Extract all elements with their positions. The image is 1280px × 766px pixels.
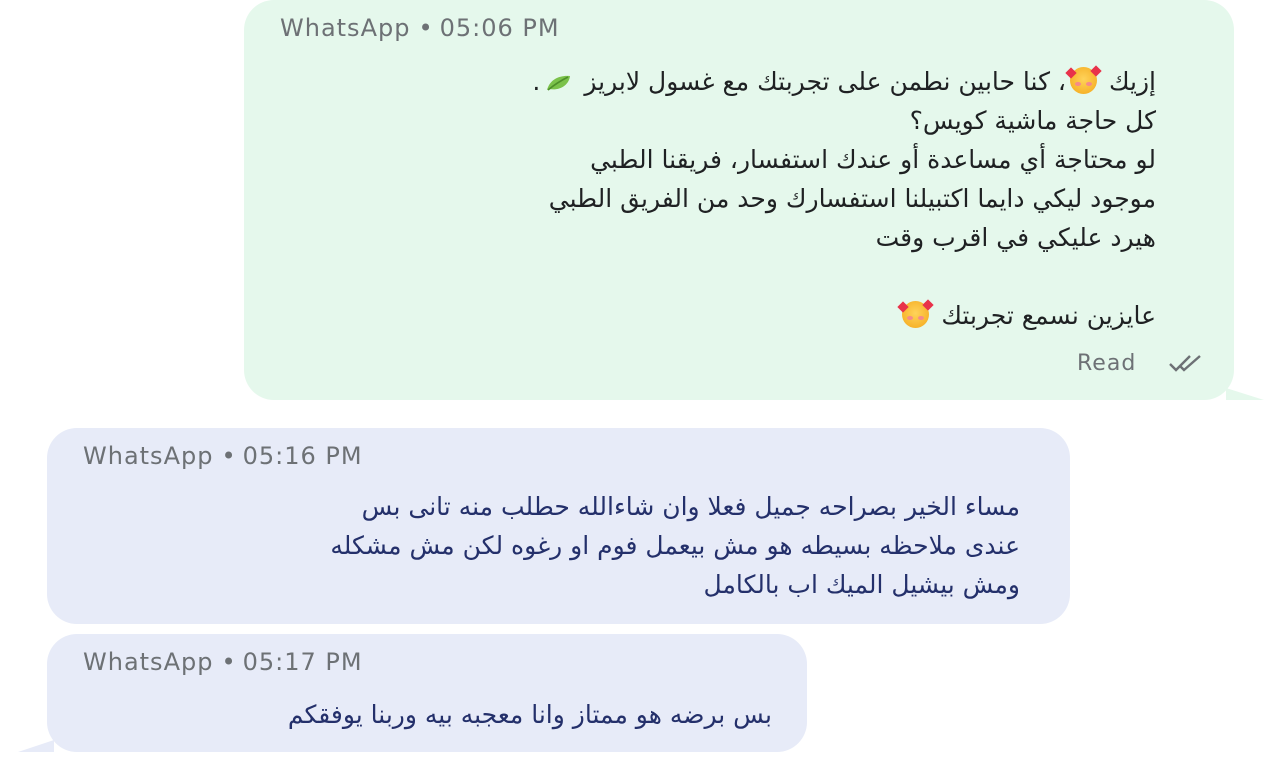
smiling-face-with-hearts-icon	[1065, 65, 1102, 94]
read-status: Read	[1077, 351, 1137, 376]
message-body: إزيك ، كنا حابين نطمن على تجربتك مع غسول…	[532, 62, 1156, 335]
sender-source: WhatsApp	[83, 442, 214, 470]
message-line: هيرد عليكي في اقرب وقت	[875, 223, 1156, 252]
meta-separator: •	[418, 14, 434, 42]
message-time: 05:06 PM	[439, 14, 560, 42]
message-body: بس برضه هو ممتاز وانا معجبه بيه وربنا يو…	[288, 695, 772, 734]
message-line: عايزين نسمع تجربتك	[532, 296, 1156, 335]
meta-separator: •	[221, 648, 237, 676]
message-meta: WhatsApp • 05:17 PM	[83, 648, 363, 676]
double-check-icon	[1169, 355, 1201, 372]
message-line: موجود ليكي دايما اكتبيلنا استفسارك وحد م…	[548, 184, 1156, 213]
message-meta: WhatsApp • 05:16 PM	[83, 442, 363, 470]
smiling-face-with-hearts-icon	[897, 299, 935, 328]
meta-separator: •	[221, 442, 237, 470]
message-meta: WhatsApp • 05:06 PM	[280, 14, 560, 42]
message-body: مساء الخير بصراحه جميل فعلا وان شاءالله …	[330, 487, 1020, 604]
sender-source: WhatsApp	[83, 648, 214, 676]
message-time: 05:17 PM	[242, 648, 363, 676]
leaf-icon	[547, 75, 571, 91]
message-line: بس برضه هو ممتاز وانا معجبه بيه وربنا يو…	[287, 700, 772, 729]
message-line: ومش بيشيل الميك اب بالكامل	[703, 570, 1020, 599]
message-line: لو محتاجة أي مساعدة أو عندك استفسار، فري…	[590, 145, 1156, 174]
bubble-tail	[1226, 388, 1264, 400]
message-line: مساء الخير بصراحه جميل فعلا وان شاءالله …	[361, 492, 1020, 521]
bubble-tail	[18, 740, 54, 752]
message-line: كل حاجة ماشية كويس؟	[909, 106, 1156, 135]
message-line: إزيك ، كنا حابين نطمن على تجربتك مع غسول…	[532, 65, 1156, 96]
message-line: عندى ملاحظه بسيطه هو مش بيعمل فوم او رغو…	[330, 531, 1020, 560]
message-time: 05:16 PM	[242, 442, 363, 470]
chat-transcript: WhatsApp • 05:06 PM إزيك ، كنا حابين نطمن …	[0, 0, 1280, 766]
sender-source: WhatsApp	[280, 14, 411, 42]
